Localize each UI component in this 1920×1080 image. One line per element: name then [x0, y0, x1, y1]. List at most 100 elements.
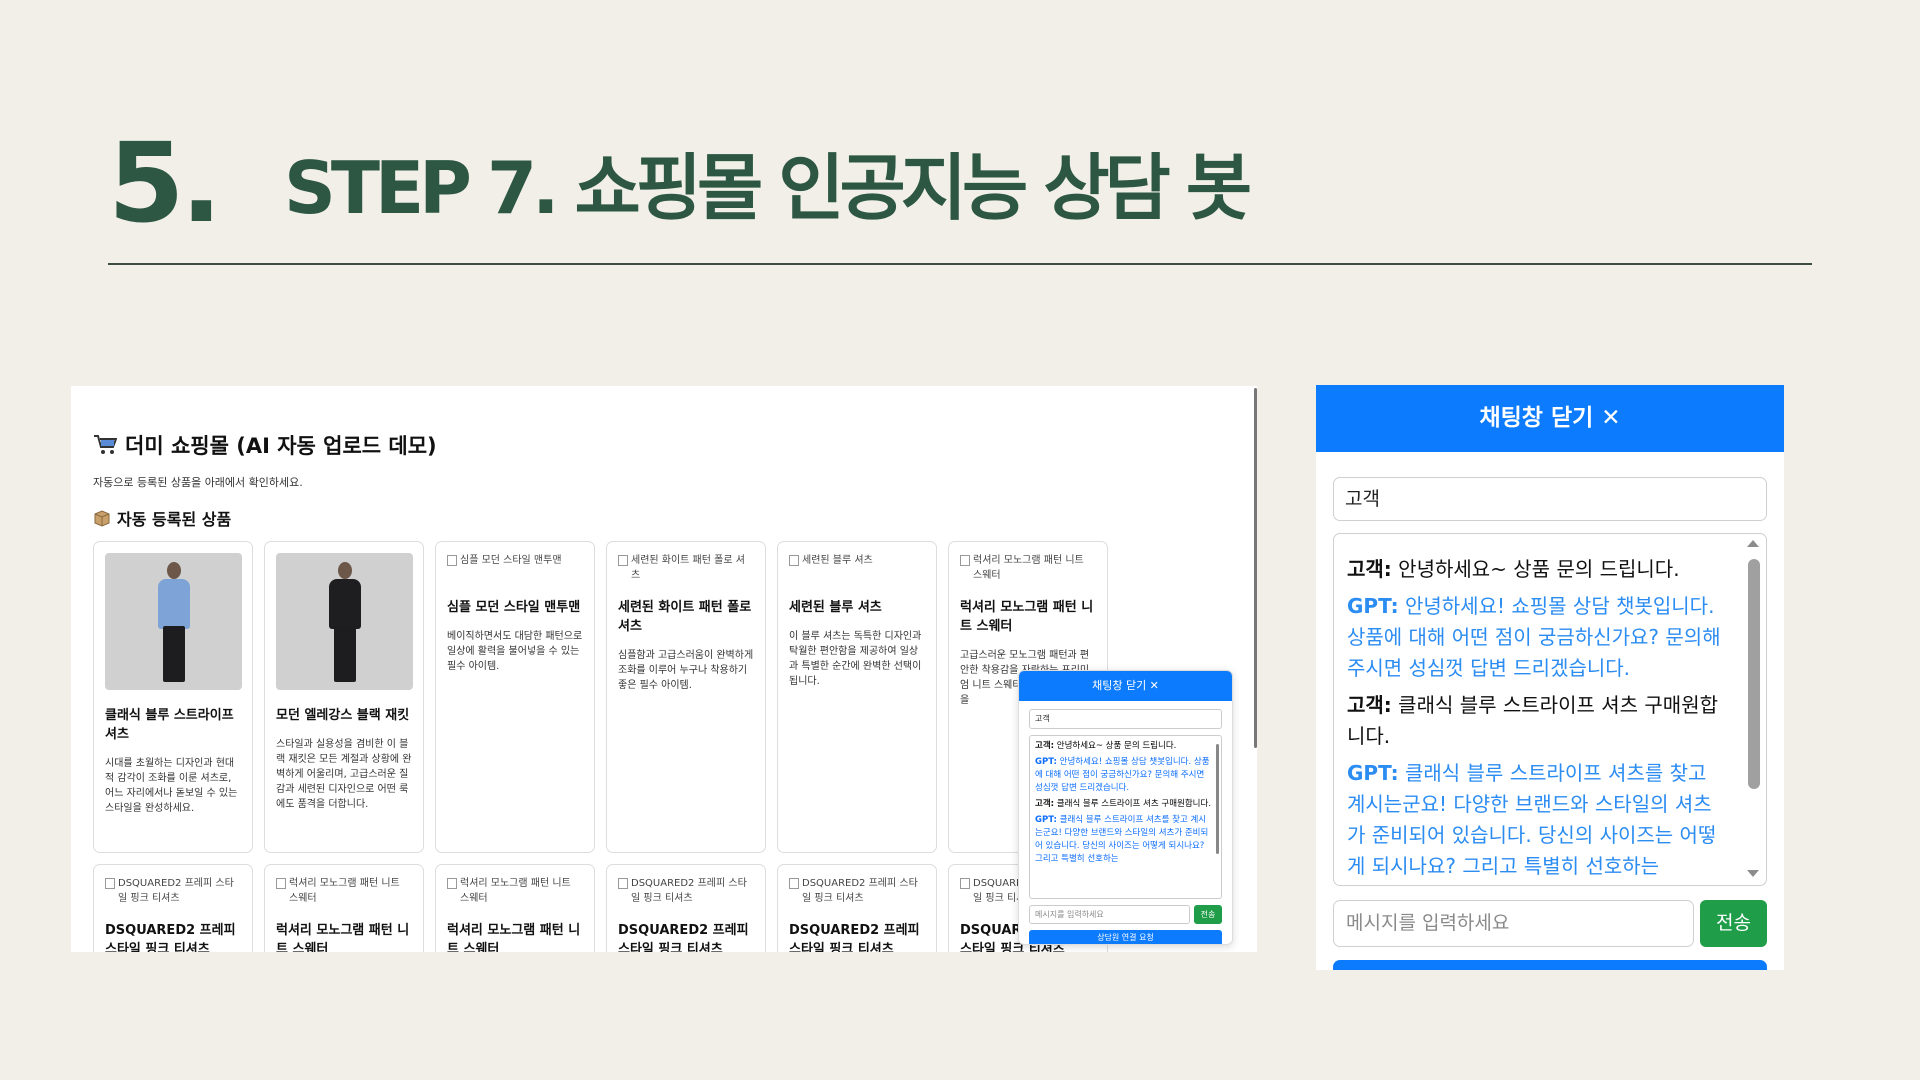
agent-connect-button[interactable]: 상담원 연결 요청	[1029, 930, 1222, 944]
broken-image-icon	[618, 555, 628, 566]
chat-message: GPT: 클래식 블루 스트라이프 셔츠를 찾고 계시는군요! 다양한 브랜드와…	[1035, 815, 1209, 864]
shop-heading-text: 더미 쇼핑몰 (AI 자동 업로드 데모)	[125, 434, 437, 458]
speaker-label: GPT:	[1347, 761, 1399, 785]
chat-message: 고객: 클래식 블루 스트라이프 셔츠 구매원합니다.	[1347, 690, 1726, 752]
speaker-label: 고객:	[1347, 557, 1392, 581]
product-name[interactable]: 모던 엘레강스 블랙 재킷	[276, 706, 412, 725]
product-name[interactable]: 럭셔리 모노그램 패턴 니트 스웨터	[447, 921, 583, 952]
product-desc: 베이직하면서도 대담한 패턴으로 일상에 활력을 불어넣을 수 있는 필수 아이…	[447, 631, 583, 672]
broken-image-icon	[789, 878, 799, 889]
product-card[interactable]: 클래식 블루 스트라이프 셔츠 시대를 초월하는 디자인과 현대적 감각이 조화…	[93, 541, 253, 853]
product-image-broken[interactable]: 럭셔리 모노그램 패턴 니트 스웨터	[960, 553, 1096, 583]
package-icon	[94, 510, 110, 527]
product-name[interactable]: 클래식 블루 스트라이프 셔츠	[105, 706, 241, 744]
image-alt-text: 세련된 화이트 패턴 폴로 셔츠	[631, 555, 745, 581]
product-name[interactable]: DSQUARED2 프레피 스타일 핑크 티셔츠	[618, 921, 754, 952]
chat-log[interactable]: 고객: 안녕하세요~ 상품 문의 드립니다. GPT: 안녕하세요! 쇼핑몰 상…	[1029, 735, 1222, 899]
speaker-label: 고객:	[1347, 693, 1392, 717]
product-card[interactable]: 모던 엘레강스 블랙 재킷 스타일과 실용성을 겸비한 이 블랙 재킷은 모든 …	[264, 541, 424, 853]
product-image-broken[interactable]: DSQUARED2 프레피 스타일 핑크 티셔츠	[105, 876, 241, 906]
product-name[interactable]: 세련된 블루 셔츠	[789, 598, 925, 617]
speaker-label: GPT:	[1347, 594, 1399, 618]
product-name[interactable]: 럭셔리 모노그램 패턴 니트 스웨터	[960, 598, 1096, 636]
product-image-broken[interactable]: 심플 모던 스타일 맨투맨	[447, 553, 583, 583]
chat-panel-zoom: 채팅창 닫기 ✕ 고객 고객: 안녕하세요~ 상품 문의 드립니다. GPT: …	[1316, 385, 1784, 970]
agent-connect-button[interactable]	[1333, 960, 1767, 970]
product-image-broken[interactable]: DSQUARED2 프레피 스타일 핑크 티셔츠	[789, 876, 925, 906]
product-image[interactable]	[105, 553, 242, 690]
slide-title: STEP 7. 쇼핑몰 인공지능 상담 봇	[284, 146, 1252, 230]
shop-screenshot: 더미 쇼핑몰 (AI 자동 업로드 데모) 자동으로 등록된 상품을 아래에서 …	[71, 386, 1257, 952]
image-alt-text: DSQUARED2 프레피 스타일 핑크 티셔츠	[802, 878, 918, 904]
chat-scrollbar-thumb[interactable]	[1748, 559, 1760, 789]
message-text: 클래식 블루 스트라이프 셔츠를 찾고 계시는군요! 다양한 브랜드와 스타일의…	[1347, 761, 1717, 878]
send-button[interactable]: 전송	[1194, 905, 1222, 924]
broken-image-icon	[276, 878, 286, 889]
product-card[interactable]: 럭셔리 모노그램 패턴 니트 스웨터 럭셔리 모노그램 패턴 니트 스웨터	[435, 864, 595, 952]
page-scrollbar[interactable]	[1254, 388, 1257, 748]
section-heading-text: 자동 등록된 상품	[117, 510, 232, 529]
product-desc: 시대를 초월하는 디자인과 현대적 감각이 조화를 이룬 셔츠로, 어느 자리에…	[105, 758, 238, 814]
product-card[interactable]: DSQUARED2 프레피 스타일 핑크 티셔츠 DSQUARED2 프레피 스…	[777, 864, 937, 952]
scroll-down-arrow-icon[interactable]	[1747, 870, 1759, 877]
chat-close-button[interactable]: 채팅창 닫기 ✕	[1019, 671, 1232, 701]
send-button[interactable]: 전송	[1700, 900, 1767, 947]
product-card[interactable]: 럭셔리 모노그램 패턴 니트 스웨터 럭셔리 모노그램 패턴 니트 스웨터	[264, 864, 424, 952]
image-alt-text: 심플 모던 스타일 맨투맨	[460, 555, 562, 566]
scroll-up-arrow-icon[interactable]	[1747, 540, 1759, 547]
product-desc: 이 블루 셔츠는 독특한 디자인과 탁월한 편안함을 제공하여 일상과 특별한 …	[789, 631, 922, 687]
product-image-broken[interactable]: DSQUARED2 프레피 스타일 핑크 티셔츠	[618, 876, 754, 906]
chat-message: 고객: 클래식 블루 스트라이프 셔츠 구매원합니다.	[1035, 799, 1212, 809]
shop-subtitle: 자동으로 등록된 상품을 아래에서 확인하세요.	[93, 476, 303, 489]
product-image[interactable]	[276, 553, 413, 690]
chat-log[interactable]: 고객: 안녕하세요~ 상품 문의 드립니다. GPT: 안녕하세요! 쇼핑몰 상…	[1333, 533, 1767, 886]
chat-message: GPT: 안녕하세요! 쇼핑몰 상담 챗봇입니다. 상품에 대해 어떤 점이 궁…	[1347, 591, 1726, 684]
chat-message: GPT: 안녕하세요! 쇼핑몰 상담 챗봇입니다. 상품에 대해 어떤 점이 궁…	[1035, 757, 1210, 793]
broken-image-icon	[105, 878, 115, 889]
message-text: 클래식 블루 스트라이프 셔츠 구매원합니다.	[1347, 693, 1718, 748]
message-text: 안녕하세요~ 상품 문의 드립니다.	[1391, 557, 1680, 581]
product-name[interactable]: 세련된 화이트 패턴 폴로 셔츠	[618, 598, 754, 636]
broken-image-icon	[447, 555, 457, 566]
broken-image-icon	[618, 878, 628, 889]
product-card[interactable]: DSQUARED2 프레피 스타일 핑크 티셔츠 DSQUARED2 프레피 스…	[606, 864, 766, 952]
image-alt-text: 럭셔리 모노그램 패턴 니트 스웨터	[460, 878, 571, 904]
model-figure	[323, 558, 367, 686]
image-alt-text: DSQUARED2 프레피 스타일 핑크 티셔츠	[118, 878, 234, 904]
chat-message: 고객: 안녕하세요~ 상품 문의 드립니다.	[1347, 554, 1726, 585]
chat-widget-preview: 채팅창 닫기 ✕ 고객 고객: 안녕하세요~ 상품 문의 드립니다. GPT: …	[1018, 670, 1233, 945]
product-image-broken[interactable]: 럭셔리 모노그램 패턴 니트 스웨터	[276, 876, 412, 906]
image-alt-text: 럭셔리 모노그램 패턴 니트 스웨터	[973, 555, 1084, 581]
message-text: 안녕하세요! 쇼핑몰 상담 챗봇입니다. 상품에 대해 어떤 점이 궁금하신가요…	[1347, 594, 1721, 680]
product-image-broken[interactable]: 럭셔리 모노그램 패턴 니트 스웨터	[447, 876, 583, 906]
product-card[interactable]: 심플 모던 스타일 맨투맨 심플 모던 스타일 맨투맨 베이직하면서도 대담한 …	[435, 541, 595, 853]
section-heading: 자동 등록된 상품	[93, 506, 231, 530]
cart-icon	[94, 435, 117, 454]
product-card[interactable]: DSQUARED2 프레피 스타일 핑크 티셔츠 DSQUARED2 프레피 스…	[93, 864, 253, 952]
chat-name-field[interactable]: 고객	[1333, 477, 1767, 521]
title-divider	[108, 263, 1812, 265]
chat-scrollbar[interactable]	[1216, 744, 1219, 854]
broken-image-icon	[447, 878, 457, 889]
chat-name-field[interactable]: 고객	[1029, 709, 1222, 729]
image-alt-text: DSQUARED2 프레피 스타일 핑크 티셔츠	[631, 878, 747, 904]
product-card[interactable]: 세련된 화이트 패턴 폴로 셔츠 세련된 화이트 패턴 폴로 셔츠 심플함과 고…	[606, 541, 766, 853]
product-image-broken[interactable]: 세련된 화이트 패턴 폴로 셔츠	[618, 553, 754, 583]
product-desc: 스타일과 실용성을 겸비한 이 블랙 재킷은 모든 계절과 상황에 완벽하게 어…	[276, 739, 412, 810]
product-card[interactable]: 세련된 블루 셔츠 세련된 블루 셔츠 이 블루 셔츠는 독특한 디자인과 탁월…	[777, 541, 937, 853]
chat-message: 고객: 안녕하세요~ 상품 문의 드립니다.	[1035, 741, 1177, 751]
broken-image-icon	[960, 878, 970, 889]
product-image-broken[interactable]: 세련된 블루 셔츠	[789, 553, 925, 583]
chat-close-button[interactable]: 채팅창 닫기 ✕	[1316, 385, 1784, 452]
product-name[interactable]: DSQUARED2 프레피 스타일 핑크 티셔츠	[789, 921, 925, 952]
chat-message: GPT: 클래식 블루 스트라이프 셔츠를 찾고 계시는군요! 다양한 브랜드와…	[1347, 758, 1726, 882]
broken-image-icon	[960, 555, 970, 566]
product-name[interactable]: DSQUARED2 프레피 스타일 핑크 티셔츠	[105, 921, 241, 952]
message-input[interactable]: 메시지를 입력하세요	[1029, 905, 1190, 924]
product-name[interactable]: 럭셔리 모노그램 패턴 니트 스웨터	[276, 921, 412, 952]
broken-image-icon	[789, 555, 799, 566]
message-input[interactable]: 메시지를 입력하세요	[1333, 900, 1694, 947]
model-figure	[152, 558, 196, 686]
product-name[interactable]: 심플 모던 스타일 맨투맨	[447, 598, 583, 617]
slide-number: 5.	[108, 119, 222, 247]
